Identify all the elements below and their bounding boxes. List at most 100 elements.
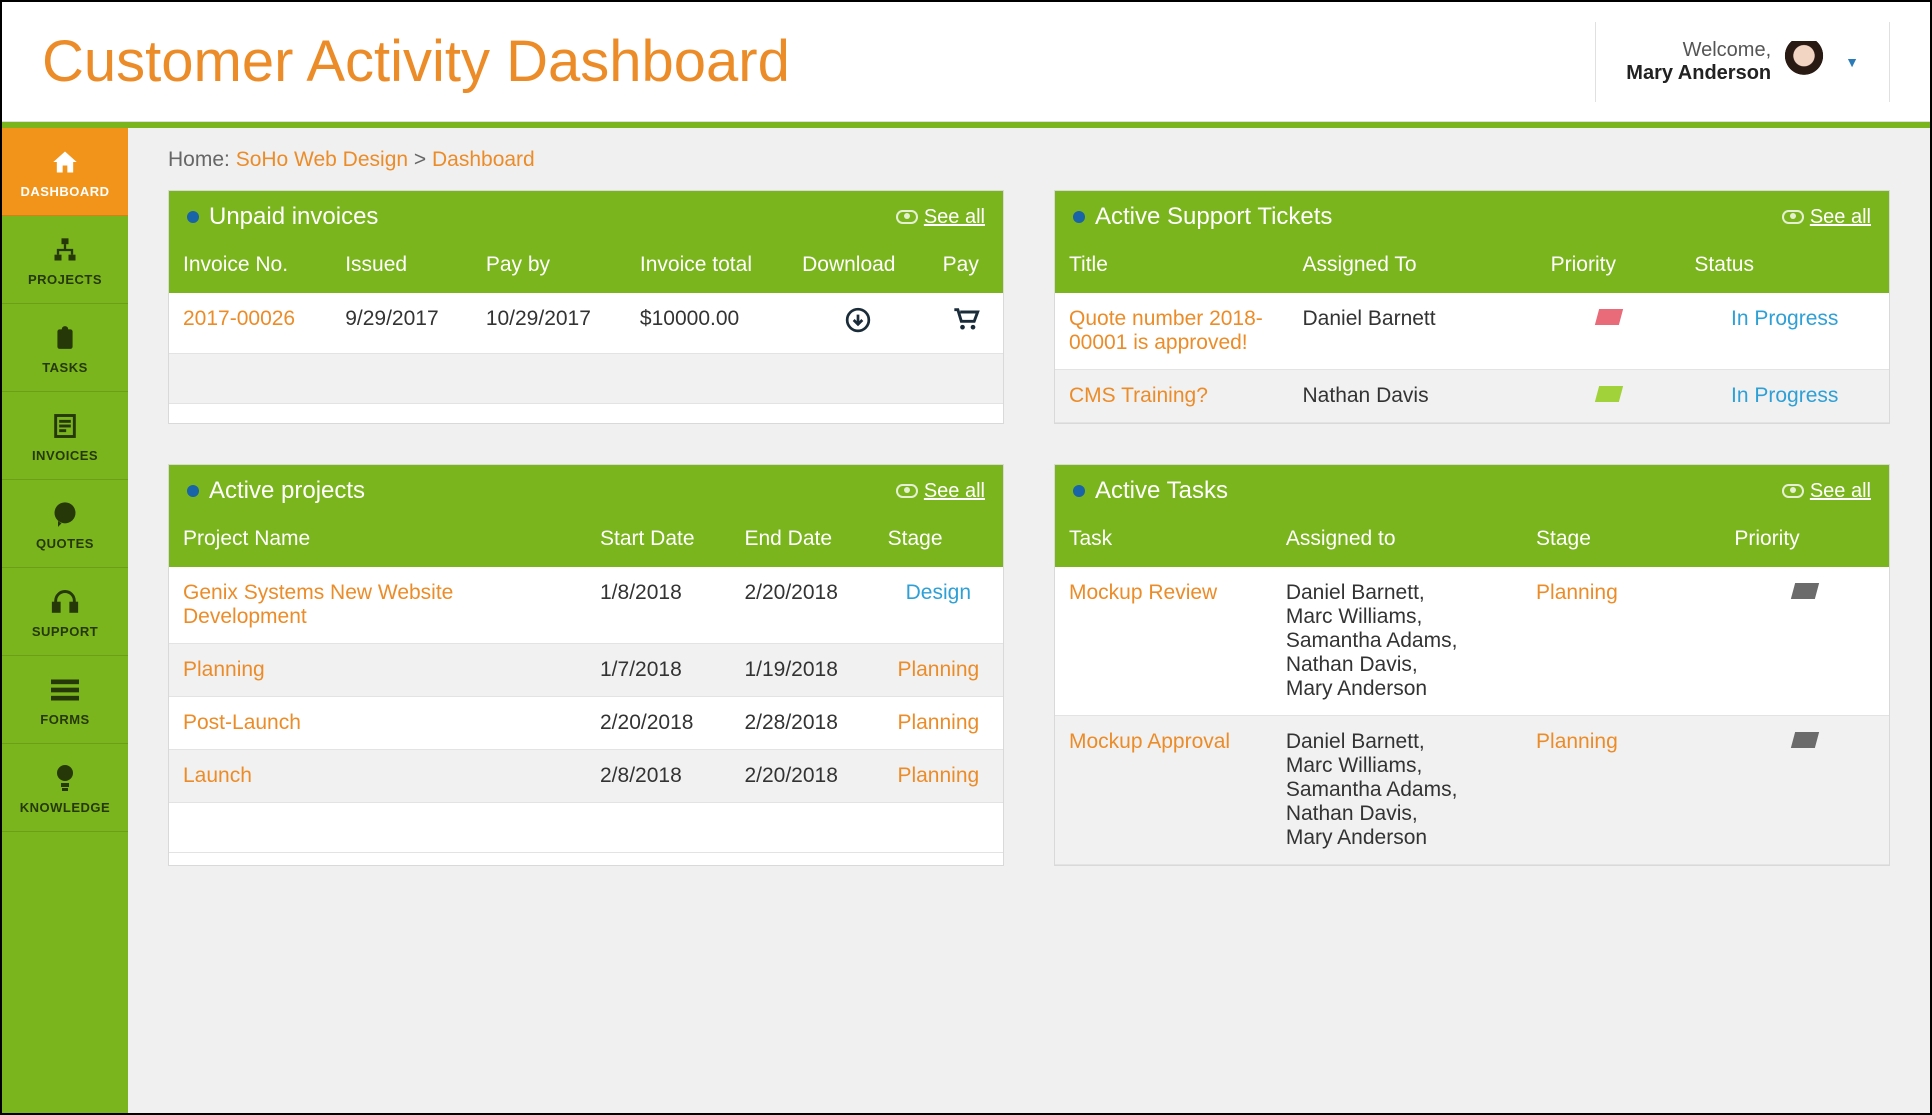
- cell-start: 2/8/2018: [586, 750, 730, 803]
- clipboard-icon: [52, 320, 78, 356]
- see-all-link[interactable]: See all: [896, 206, 985, 229]
- sidebar-item-label: KNOWLEDGE: [20, 800, 110, 815]
- see-all-link[interactable]: See all: [1782, 206, 1871, 229]
- breadcrumb-org[interactable]: SoHo Web Design: [236, 148, 408, 171]
- see-all-link[interactable]: See all: [896, 480, 985, 503]
- hierarchy-icon: [50, 232, 80, 268]
- eye-icon: [896, 484, 918, 498]
- stage-link[interactable]: Planning: [874, 644, 1003, 697]
- cell-issued: 9/29/2017: [331, 293, 472, 354]
- panel-title: Active projects: [209, 477, 365, 505]
- task-name-link[interactable]: Mockup Approval: [1055, 716, 1272, 865]
- panel-dot-icon: [1073, 485, 1085, 497]
- avatar: [1783, 41, 1825, 83]
- priority-flag-icon: [1594, 386, 1622, 402]
- sidebar-item-label: TASKS: [42, 360, 88, 375]
- document-lines-icon: [51, 408, 79, 444]
- panel-unpaid-invoices: Unpaid invoices See all Invoice No. Issu…: [168, 190, 1004, 424]
- main-content: Home: SoHo Web Design > Dashboard Unpaid…: [128, 128, 1930, 1113]
- page-title: Customer Activity Dashboard: [42, 28, 790, 95]
- chevron-down-icon[interactable]: ▼: [1845, 54, 1859, 70]
- panel-support-tickets: Active Support Tickets See all Title Ass…: [1054, 190, 1890, 424]
- lightbulb-icon: [53, 760, 77, 796]
- cell-start: 1/8/2018: [586, 567, 730, 644]
- invoice-number-link[interactable]: 2017-00026: [169, 293, 331, 354]
- eye-icon: [1782, 210, 1804, 224]
- project-name-link[interactable]: Genix Systems New Website Development: [169, 567, 586, 644]
- panel-active-tasks: Active Tasks See all Task Assigned to St…: [1054, 464, 1890, 866]
- sidebar: DASHBOARD PROJECTS TASKS INVOICES QUOTES…: [2, 128, 128, 1113]
- table-row: [169, 803, 1003, 853]
- cell-start: 1/7/2018: [586, 644, 730, 697]
- cart-icon[interactable]: [952, 307, 980, 337]
- table-row: [169, 354, 1003, 404]
- sidebar-item-knowledge[interactable]: KNOWLEDGE: [2, 744, 128, 832]
- panel-header: Active Support Tickets See all: [1055, 191, 1889, 243]
- sidebar-item-projects[interactable]: PROJECTS: [2, 216, 128, 304]
- table-row: Genix Systems New Website Development 1/…: [169, 567, 1003, 644]
- stage-link[interactable]: Design: [874, 567, 1003, 644]
- priority-flag-icon: [1594, 309, 1622, 325]
- see-all-link[interactable]: See all: [1782, 480, 1871, 503]
- panel-header: Unpaid invoices See all: [169, 191, 1003, 243]
- status-link[interactable]: In Progress: [1680, 370, 1889, 423]
- table-row: Mockup Approval Daniel Barnett, Marc Wil…: [1055, 716, 1889, 865]
- table-row: Post-Launch 2/20/2018 2/28/2018 Planning: [169, 697, 1003, 750]
- stage-link[interactable]: Planning: [1522, 716, 1720, 865]
- table-row: CMS Training? Nathan Davis In Progress: [1055, 370, 1889, 423]
- table-header-row: Invoice No. Issued Pay by Invoice total …: [169, 243, 1003, 293]
- user-menu[interactable]: Welcome, Mary Anderson ▼: [1595, 22, 1890, 102]
- chat-icon: [51, 496, 79, 532]
- sidebar-item-label: PROJECTS: [28, 272, 102, 287]
- sidebar-item-support[interactable]: SUPPORT: [2, 568, 128, 656]
- priority-flag-icon: [1791, 583, 1819, 599]
- panel-header: Active projects See all: [169, 465, 1003, 517]
- panel-header: Active Tasks See all: [1055, 465, 1889, 517]
- sidebar-item-forms[interactable]: FORMS: [2, 656, 128, 744]
- download-icon[interactable]: [845, 307, 871, 339]
- table-row: Quote number 2018-00001 is approved! Dan…: [1055, 293, 1889, 370]
- task-name-link[interactable]: Mockup Review: [1055, 567, 1272, 716]
- breadcrumb-page[interactable]: Dashboard: [432, 148, 535, 171]
- welcome-label: Welcome,: [1626, 39, 1771, 62]
- cell-end: 2/20/2018: [730, 567, 873, 644]
- table-header-row: Task Assigned to Stage Priority: [1055, 517, 1889, 567]
- project-name-link[interactable]: Planning: [169, 644, 586, 697]
- cell-end: 1/19/2018: [730, 644, 873, 697]
- cell-start: 2/20/2018: [586, 697, 730, 750]
- cell-assigned: Daniel Barnett, Marc Williams, Samantha …: [1272, 567, 1522, 716]
- sidebar-item-tasks[interactable]: TASKS: [2, 304, 128, 392]
- status-link[interactable]: In Progress: [1680, 293, 1889, 370]
- stage-link[interactable]: Planning: [874, 750, 1003, 803]
- header: Customer Activity Dashboard Welcome, Mar…: [2, 2, 1930, 122]
- table-row: Mockup Review Daniel Barnett, Marc Willi…: [1055, 567, 1889, 716]
- ticket-title-link[interactable]: Quote number 2018-00001 is approved!: [1055, 293, 1289, 370]
- panel-dot-icon: [187, 485, 199, 497]
- user-name: Mary Anderson: [1626, 62, 1771, 85]
- cell-payby: 10/29/2017: [472, 293, 626, 354]
- sidebar-item-invoices[interactable]: INVOICES: [2, 392, 128, 480]
- sidebar-item-label: FORMS: [40, 712, 89, 727]
- panel-active-projects: Active projects See all Project Name Sta…: [168, 464, 1004, 866]
- sidebar-item-label: DASHBOARD: [21, 184, 110, 199]
- table-header-row: Project Name Start Date End Date Stage: [169, 517, 1003, 567]
- headset-icon: [50, 584, 80, 620]
- cell-end: 2/28/2018: [730, 697, 873, 750]
- breadcrumb-home: Home:: [168, 148, 236, 171]
- table-row: Planning 1/7/2018 1/19/2018 Planning: [169, 644, 1003, 697]
- sidebar-item-quotes[interactable]: QUOTES: [2, 480, 128, 568]
- ticket-title-link[interactable]: CMS Training?: [1055, 370, 1289, 423]
- stage-link[interactable]: Planning: [874, 697, 1003, 750]
- cell-assigned: Daniel Barnett, Marc Williams, Samantha …: [1272, 716, 1522, 865]
- panel-dot-icon: [1073, 211, 1085, 223]
- eye-icon: [1782, 484, 1804, 498]
- eye-icon: [896, 210, 918, 224]
- project-name-link[interactable]: Post-Launch: [169, 697, 586, 750]
- project-name-link[interactable]: Launch: [169, 750, 586, 803]
- sidebar-item-label: INVOICES: [32, 448, 98, 463]
- stage-link[interactable]: Planning: [1522, 567, 1720, 716]
- cell-assigned: Nathan Davis: [1289, 370, 1537, 423]
- sidebar-item-dashboard[interactable]: DASHBOARD: [2, 128, 128, 216]
- cell-total: $10000.00: [626, 293, 788, 354]
- priority-flag-icon: [1791, 732, 1819, 748]
